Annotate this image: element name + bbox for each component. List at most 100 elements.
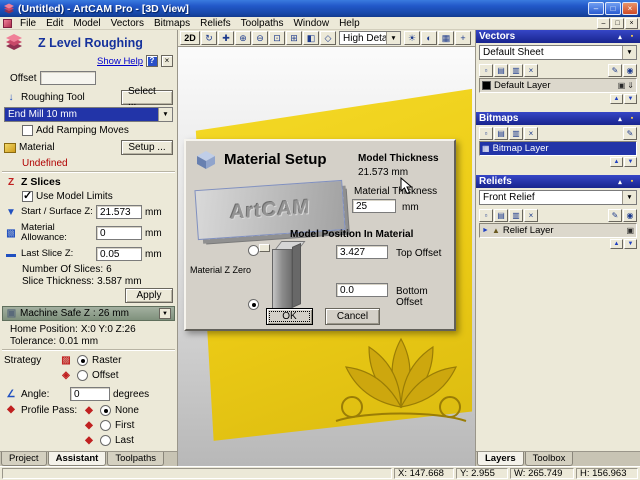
relief-layer-row[interactable]: ► ▲ Relief Layer ▣ <box>479 223 637 238</box>
menu-model[interactable]: Model <box>68 18 105 29</box>
reliefs-header[interactable]: Reliefs ▴ ▪ <box>476 175 640 188</box>
top-offset-input[interactable]: 3.427 <box>336 245 388 259</box>
vectors-move-down-button[interactable]: ▼ <box>624 94 637 104</box>
bottom-offset-input[interactable]: 0.0 <box>336 283 388 297</box>
bitmaps-move-down-button[interactable]: ▼ <box>624 157 637 167</box>
reliefs-load-layer-button[interactable]: ▤ <box>494 208 508 222</box>
minimize-button[interactable]: – <box>588 2 604 15</box>
reliefs-edit-layer-button[interactable]: ✎ <box>608 208 622 222</box>
shading-button[interactable]: ◐ <box>421 31 437 45</box>
tab-toolpaths[interactable]: Toolpaths <box>107 452 165 466</box>
z-zero-top-radio[interactable] <box>248 245 259 256</box>
reliefs-delete-layer-button[interactable]: × <box>524 208 538 222</box>
bitmaps-collapse-icon[interactable]: ▴ <box>615 115 625 123</box>
page-close-button[interactable]: × <box>161 55 173 67</box>
machine-safez-bar[interactable]: ▣ Machine Safe Z : 26 mm ▼ <box>2 306 175 321</box>
menu-toolpaths[interactable]: Toolpaths <box>236 18 289 29</box>
vectors-new-layer-button[interactable]: ▫ <box>479 63 493 77</box>
profile-last-radio[interactable] <box>100 435 111 446</box>
vectors-move-up-button[interactable]: ▲ <box>610 94 623 104</box>
zoom-extents-button[interactable]: ⊞ <box>286 31 302 45</box>
vector-layer-row[interactable]: Default Layer ▣ ⇓ <box>479 78 637 93</box>
vectors-pin-icon[interactable]: ▪ <box>627 33 637 40</box>
offset-input[interactable] <box>39 71 96 85</box>
reliefs-contour-button[interactable]: ◉ <box>623 208 637 222</box>
profile-first-radio[interactable] <box>100 420 111 431</box>
menu-window[interactable]: Window <box>288 18 334 29</box>
reliefs-save-layer-button[interactable]: ▥ <box>509 208 523 222</box>
reliefs-pin-icon[interactable]: ▪ <box>627 178 637 185</box>
vectors-contour-button[interactable]: ◉ <box>623 63 637 77</box>
profile-none-radio[interactable] <box>100 405 111 416</box>
reliefs-move-down-button[interactable]: ▼ <box>624 239 637 249</box>
bitmaps-pin-icon[interactable]: ▪ <box>627 115 637 122</box>
allowance-input[interactable]: 0 <box>96 226 142 240</box>
rotate-view-button[interactable]: ↻ <box>201 31 217 45</box>
tab-assistant[interactable]: Assistant <box>47 452 107 466</box>
sheet-combo[interactable]: Default Sheet ▼ <box>479 45 637 60</box>
z-zero-bottom-radio[interactable] <box>248 299 259 310</box>
zoom-window-button[interactable]: ⊡ <box>269 31 285 45</box>
bitmaps-load-layer-button[interactable]: ▤ <box>494 126 508 140</box>
position-slider-handle[interactable] <box>259 244 270 252</box>
bitmaps-move-up-button[interactable]: ▲ <box>610 157 623 167</box>
zoom-out-button[interactable]: ⊖ <box>252 31 268 45</box>
menu-vectors[interactable]: Vectors <box>106 18 149 29</box>
tool-select-button[interactable]: Select ... <box>121 86 173 108</box>
pan-view-button[interactable]: ✚ <box>218 31 234 45</box>
maximize-button[interactable]: □ <box>605 2 621 15</box>
visibility-icon[interactable]: ▣ <box>626 226 634 235</box>
angle-input[interactable]: 0 <box>70 387 110 401</box>
toggle-2d-view-button[interactable]: 2D <box>180 31 200 45</box>
tab-project[interactable]: Project <box>1 452 47 466</box>
expand-icon[interactable]: ► <box>482 227 489 234</box>
zoom-in-button[interactable]: ⊕ <box>235 31 251 45</box>
tab-layers[interactable]: Layers <box>477 452 524 466</box>
vectors-delete-layer-button[interactable]: × <box>524 63 538 77</box>
vectors-save-layer-button[interactable]: ▥ <box>509 63 523 77</box>
detail-combo[interactable]: High Detail ▼ <box>339 31 401 45</box>
vectors-collapse-icon[interactable]: ▴ <box>615 33 625 41</box>
child-close-button[interactable]: × <box>625 17 638 29</box>
material-thickness-input[interactable]: 25 <box>352 199 396 213</box>
view-front-button[interactable]: ◧ <box>303 31 319 45</box>
sheet-combo-arrow-icon[interactable]: ▼ <box>622 46 636 59</box>
reliefs-new-layer-button[interactable]: ▫ <box>479 208 493 222</box>
visibility-icon[interactable]: ▣ <box>618 81 626 90</box>
child-minimize-button[interactable]: – <box>597 17 610 29</box>
vectors-edit-layer-button[interactable]: ✎ <box>608 63 622 77</box>
menu-help[interactable]: Help <box>334 18 365 29</box>
bitmaps-header[interactable]: Bitmaps ▴ ▪ <box>476 112 640 125</box>
apply-button[interactable]: Apply <box>125 288 173 303</box>
bitmaps-edit-layer-button[interactable]: ✎ <box>623 126 637 140</box>
help-button[interactable]: ? <box>146 55 158 67</box>
bitmaps-delete-layer-button[interactable]: × <box>524 126 538 140</box>
cancel-button[interactable]: Cancel <box>325 308 380 325</box>
tool-combo[interactable]: End Mill 10 mm ▼ <box>4 107 173 122</box>
use-model-limits-checkbox[interactable] <box>22 189 33 202</box>
lighting-button[interactable]: ☀ <box>404 31 420 45</box>
view-iso-button[interactable]: ◇ <box>320 31 336 45</box>
vectors-header[interactable]: Vectors ▴ ▪ <box>476 30 640 43</box>
vectors-load-layer-button[interactable]: ▤ <box>494 63 508 77</box>
close-button[interactable]: × <box>622 2 638 15</box>
ramping-checkbox[interactable] <box>22 125 33 136</box>
tab-toolbox[interactable]: Toolbox <box>524 452 574 466</box>
last-slice-input[interactable]: 0.05 <box>96 247 142 261</box>
child-window-icon[interactable] <box>3 18 12 28</box>
layer-color-swatch[interactable] <box>482 81 491 90</box>
machine-safez-arrow-icon[interactable]: ▼ <box>159 308 171 319</box>
ok-button[interactable]: OK <box>266 308 313 325</box>
bitmaps-new-layer-button[interactable]: ▫ <box>479 126 493 140</box>
raster-radio[interactable] <box>77 355 88 366</box>
bitmap-layer-row[interactable]: ▦ Bitmap Layer <box>479 141 637 156</box>
detail-combo-arrow-icon[interactable]: ▼ <box>386 32 400 44</box>
material-setup-button[interactable]: Setup ... <box>121 140 173 155</box>
reliefs-collapse-icon[interactable]: ▴ <box>615 178 625 186</box>
wireframe-button[interactable]: ▦ <box>438 31 454 45</box>
bitmaps-save-layer-button[interactable]: ▥ <box>509 126 523 140</box>
offset-radio[interactable] <box>77 370 88 381</box>
menu-file[interactable]: File <box>15 18 41 29</box>
reliefs-move-up-button[interactable]: ▲ <box>610 239 623 249</box>
relief-combo[interactable]: Front Relief ▼ <box>479 190 637 205</box>
